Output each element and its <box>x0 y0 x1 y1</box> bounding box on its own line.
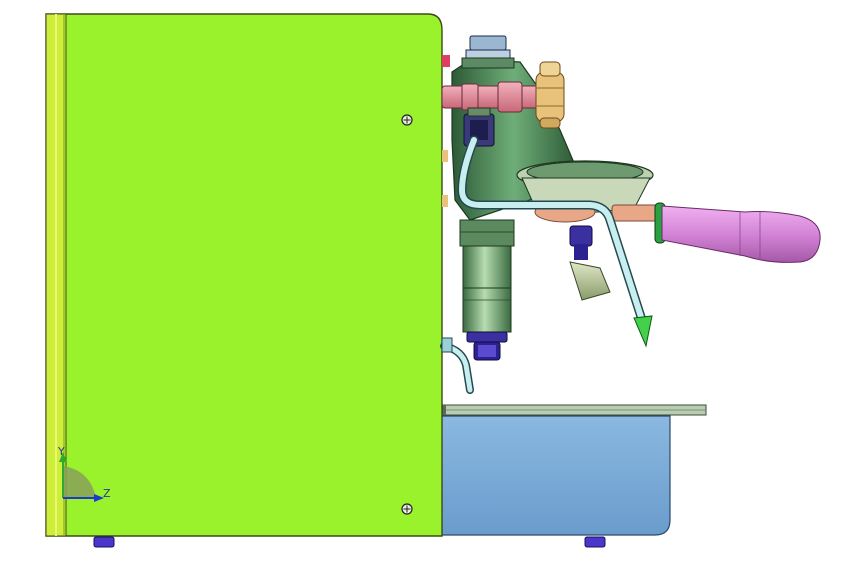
cad-viewport[interactable]: Y Z <box>0 0 867 562</box>
drip-tray <box>435 404 707 536</box>
portafilter-spout <box>569 261 611 301</box>
top-hex-nut <box>469 35 507 51</box>
portafilter-handle <box>661 205 821 263</box>
machine-body <box>45 13 443 537</box>
foot-left <box>93 536 115 548</box>
shower-nut <box>466 331 508 343</box>
phillips-screw-icon <box>401 503 413 515</box>
phillips-screw-icon <box>401 114 413 126</box>
water-outlet <box>440 337 474 394</box>
group-cylinder <box>462 245 512 289</box>
portafilter <box>516 160 821 301</box>
axis-z-label: Z <box>103 487 111 500</box>
steam-knob <box>535 61 565 129</box>
foot-right <box>584 536 606 548</box>
valve-body <box>441 85 543 109</box>
steam-nozzle <box>633 315 653 348</box>
axis-y-label: Y <box>57 445 65 458</box>
